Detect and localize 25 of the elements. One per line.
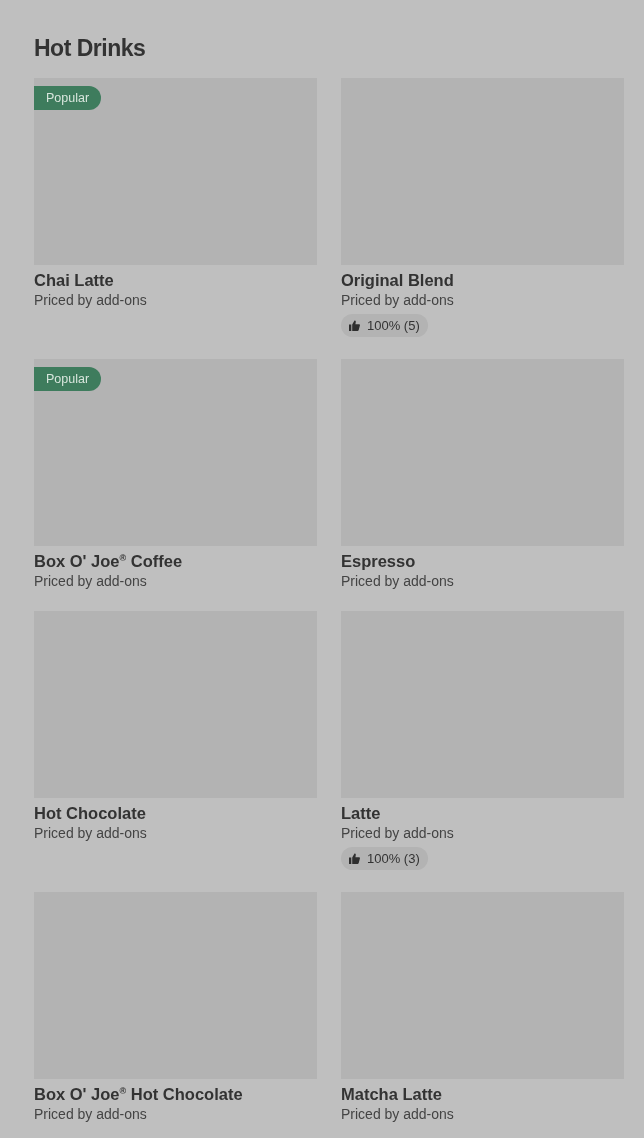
rating-text: 100% (3) xyxy=(367,851,420,866)
item-price-note: Priced by add-ons xyxy=(341,825,454,841)
item-name[interactable]: Chai Latte xyxy=(34,270,114,290)
item-name[interactable]: Box O' Joe$^{®}$ Coffee xyxy=(34,551,183,571)
item-name[interactable]: Latte xyxy=(341,803,381,823)
item-price-note: Priced by add-ons xyxy=(341,292,454,308)
image-placeholder[interactable] xyxy=(34,359,317,546)
popular-badge: Popular xyxy=(34,86,102,110)
popular-badge: Popular xyxy=(34,367,102,391)
item-price-note: Priced by add-ons xyxy=(341,573,454,589)
thumbs-up-icon xyxy=(349,853,360,864)
item-name[interactable]: Original Blend xyxy=(341,270,454,290)
item-name[interactable]: Hot Chocolate xyxy=(34,803,146,823)
item-name[interactable]: Matcha Latte xyxy=(341,1084,442,1104)
thumbs-up-icon xyxy=(349,320,360,331)
item-name[interactable]: Box O' Joe$^{®}$ Hot Chocolate xyxy=(34,1084,243,1104)
item-price-note: Priced by add-ons xyxy=(341,1106,454,1122)
item-price-note: Priced by add-ons xyxy=(34,292,147,308)
item-price-note: Priced by add-ons xyxy=(34,573,147,589)
item-price-note: Priced by add-ons xyxy=(34,1106,147,1122)
item-name[interactable]: Espresso xyxy=(341,551,416,571)
image-placeholder[interactable] xyxy=(34,78,317,265)
section-title: Hot Drinks xyxy=(34,34,147,63)
rating-text: 100% (5) xyxy=(367,318,420,333)
item-price-note: Priced by add-ons xyxy=(34,825,147,841)
